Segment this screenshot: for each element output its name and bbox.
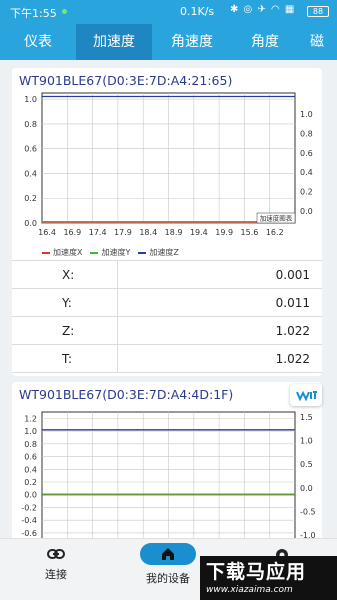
nav-label: 连接	[45, 568, 67, 581]
y-tick-label-right: 1.5	[300, 413, 313, 422]
battery-icon: 88	[307, 6, 329, 17]
x-tick-label: 18.9	[165, 228, 183, 237]
y-tick-label-right: 0.2	[300, 188, 313, 197]
tab-angular-velocity[interactable]: 角速度	[152, 24, 232, 60]
device-card: WT901BLE67(D0:3E:7D:A4:21:65) 1.0 0.8 0.6 0…	[12, 68, 322, 376]
nav-active-indicator	[140, 543, 196, 565]
y-tick-label: 0.6	[24, 145, 37, 154]
y-tick-label-right: 0.5	[300, 460, 313, 469]
y-tick-label: -0.6	[21, 529, 37, 538]
y-tick-label: 0.8	[24, 440, 37, 449]
y-tick-label: 0.8	[24, 120, 37, 129]
legend-swatch	[138, 251, 147, 254]
watermark-url: www.xiazaima.com	[206, 585, 293, 595]
x-tick-label: 17.9	[114, 228, 132, 237]
y-tick-label: -0.2	[21, 503, 37, 512]
y-tick-label-right: 1.0	[300, 110, 313, 119]
y-tick-label: 0.2	[24, 478, 37, 487]
status-bar: 下午1:55 0.1K/s ✱ ◎ ✈ ◠ ▦ 88	[0, 0, 337, 24]
y-tick-label-right: 0.8	[300, 129, 313, 138]
x-tick-label: 16.4	[38, 228, 56, 237]
network-speed: 0.1K/s	[180, 5, 215, 18]
divider	[117, 317, 118, 345]
y-tick-label: 0.6	[24, 453, 37, 462]
x-tick-label: 17.4	[89, 228, 107, 237]
y-tick-label: 1.0	[24, 95, 37, 104]
value-number: 0.011	[275, 296, 310, 310]
y-tick-label: 0.2	[24, 194, 37, 203]
y-tick-label-right: -0.5	[300, 507, 316, 516]
tab-bar: 仪表 加速度 角速度 角度 磁	[0, 24, 337, 60]
y-tick-label-right: 1.0	[300, 437, 313, 446]
legend-item-z: 加速度Z	[138, 247, 179, 258]
y-tick-label-right: 0.0	[300, 207, 313, 216]
divider	[117, 261, 118, 289]
x-tick-label: 18.4	[139, 228, 157, 237]
nav-connect[interactable]: 连接	[6, 539, 106, 600]
value-label: T:	[62, 352, 73, 366]
legend-swatch	[42, 251, 50, 254]
value-row-y: Y: 0.011	[12, 289, 322, 317]
wit-logo-icon[interactable]	[290, 384, 322, 406]
wit-logo-icon	[296, 390, 317, 402]
legend-label: 加速度Y	[101, 248, 131, 257]
value-row-t: T: 1.022	[12, 345, 322, 373]
watermark-text: 下载马应用	[206, 561, 307, 583]
y-tick-label-right: 0.0	[300, 484, 313, 493]
y-tick-label: 1.2	[24, 414, 37, 423]
y-tick-label: 0.0	[24, 219, 37, 228]
legend-item-x: 加速度X	[42, 247, 82, 258]
tab-dashboard[interactable]: 仪表	[0, 24, 76, 60]
value-number: 1.022	[275, 352, 310, 366]
value-label: Y:	[62, 296, 72, 310]
value-table: X: 0.001 Y: 0.011 Z: 1.022 T: 1.022	[12, 260, 322, 373]
x-tick-label: 15.6	[241, 228, 259, 237]
value-number: 1.022	[275, 324, 310, 338]
status-time: 下午1:55	[10, 7, 57, 20]
status-icons: ✱ ◎ ✈ ◠ ▦	[230, 4, 296, 15]
tab-acceleration[interactable]: 加速度	[76, 24, 152, 60]
value-label: Z:	[62, 324, 75, 338]
device-title: WT901BLE67(D0:3E:7D:A4:4D:1F)	[19, 387, 234, 402]
tab-angle[interactable]: 角度	[232, 24, 298, 60]
legend-swatch	[90, 251, 99, 254]
y-tick-label: -0.4	[21, 516, 37, 525]
x-tick-label: 19.4	[190, 228, 208, 237]
divider	[117, 289, 118, 317]
device-card: WT901BLE67(D0:3E:7D:A4:4D:1F) 1.2 1.0 0.8 0…	[12, 382, 322, 552]
x-tick-label: 16.9	[63, 228, 81, 237]
value-row-z: Z: 1.022	[12, 317, 322, 345]
legend-label: 加速度Z	[149, 248, 179, 257]
y-tick-label-right: 0.6	[300, 149, 313, 158]
value-label: X:	[62, 268, 75, 282]
watermark: 下载马应用 www.xiazaima.com	[200, 556, 337, 600]
chart-legend: 加速度X 加速度Y 加速度Z	[42, 247, 187, 258]
acceleration-chart: 1.21.00.80.60.40.20.0-0.2-0.4-0.6-0.81.5…	[21, 411, 316, 552]
divider	[117, 345, 118, 373]
y-tick-label-right: 0.4	[300, 168, 313, 177]
y-tick-label: 1.0	[24, 427, 37, 436]
legend-item-y: 加速度Y	[90, 247, 130, 258]
x-tick-label: 16.2	[266, 228, 284, 237]
value-number: 0.001	[275, 268, 310, 282]
tab-magnetic[interactable]: 磁	[298, 24, 337, 60]
y-tick-label: 0.0	[24, 491, 37, 500]
x-tick-label: 19.9	[215, 228, 233, 237]
link-icon	[47, 549, 65, 559]
acceleration-chart: 1.00.80.60.40.20.01.00.80.60.40.20.016.4…	[24, 92, 313, 237]
notification-dot-icon	[62, 9, 67, 14]
y-tick-label: 0.4	[24, 169, 37, 178]
device-title: WT901BLE67(D0:3E:7D:A4:21:65)	[19, 73, 233, 88]
value-row-x: X: 0.001	[12, 261, 322, 289]
legend-label: 加速度X	[53, 248, 83, 257]
home-icon	[162, 548, 174, 560]
chart-label: 加速度图表	[260, 214, 293, 223]
y-tick-label: 0.4	[24, 465, 37, 474]
